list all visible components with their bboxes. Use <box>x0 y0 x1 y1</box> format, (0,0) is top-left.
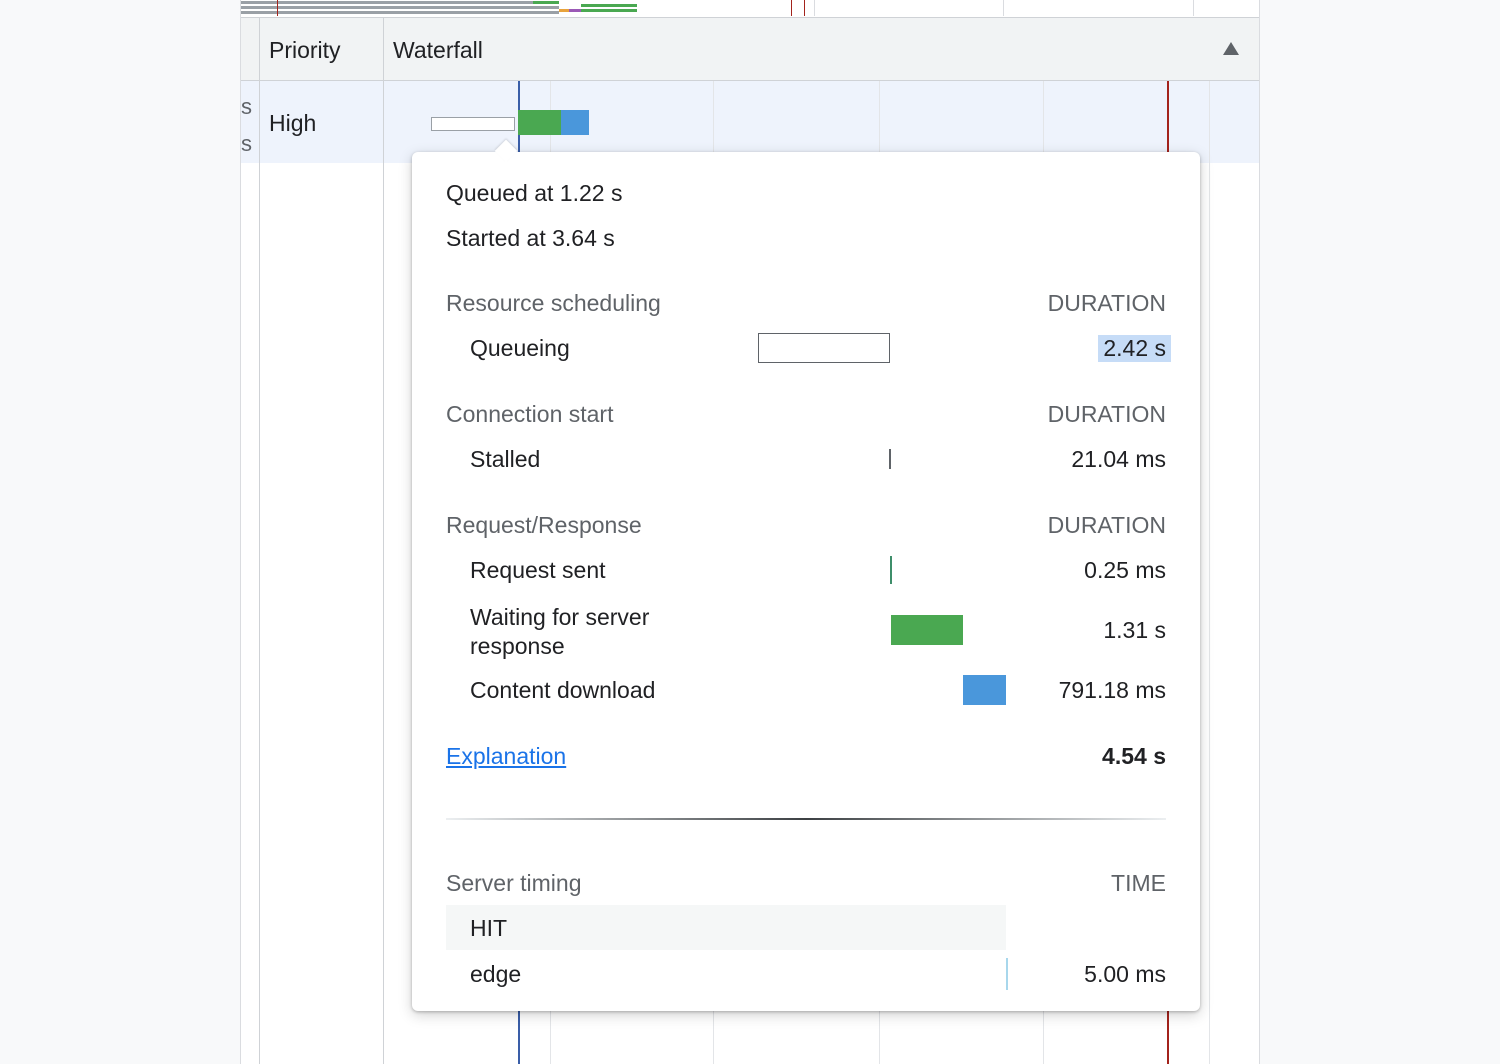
explanation-link[interactable]: Explanation <box>446 743 566 770</box>
overview-marker <box>277 0 278 16</box>
section-divider <box>446 818 1166 820</box>
timing-popover: Queued at 1.22 s Started at 3.64 s Resou… <box>412 139 1200 1011</box>
column-header-waterfall[interactable]: Waterfall <box>393 37 483 64</box>
overview-bar <box>241 1 559 4</box>
queueing-bar <box>758 333 890 363</box>
column-header-priority[interactable]: Priority <box>269 37 341 64</box>
section-title: Connection start <box>446 401 614 427</box>
waterfall-download-bar[interactable] <box>561 110 589 135</box>
server-timing-row <box>446 905 1006 950</box>
column-divider <box>383 18 384 80</box>
queueing-label: Queueing <box>470 335 570 361</box>
truncated-cell-text: s <box>241 94 252 119</box>
overview-gridline <box>814 0 815 16</box>
duration-header: DURATION <box>1047 512 1166 538</box>
stalled-bar <box>889 449 891 469</box>
priority-cell: High <box>269 110 317 136</box>
request-sent-value: 0.25 ms <box>1084 557 1166 583</box>
waiting-bar <box>891 615 963 645</box>
content-download-bar <box>963 675 1006 705</box>
table-header: Priority Waterfall <box>241 18 1259 81</box>
waterfall-gridline <box>1209 81 1210 1064</box>
server-timing-bar <box>1006 958 1008 990</box>
section-title: Resource scheduling <box>446 290 661 316</box>
overview-marker <box>791 0 792 16</box>
truncated-cell-text: s <box>241 131 252 156</box>
overview-marker <box>804 0 805 16</box>
started-at-text: Started at 3.64 s <box>446 225 615 251</box>
section-title: Server timing <box>446 870 582 896</box>
total-duration: 4.54 s <box>1102 743 1166 769</box>
queued-at-text: Queued at 1.22 s <box>446 180 623 206</box>
server-timing-label: edge <box>470 961 522 987</box>
overview-gridline <box>1193 0 1194 16</box>
waiting-label: Waiting for server response <box>470 604 650 659</box>
waterfall-waiting-bar[interactable] <box>518 110 561 135</box>
overview-bar <box>559 9 569 12</box>
overview-bar <box>533 1 559 4</box>
overview-bar <box>241 11 559 14</box>
duration-header: DURATION <box>1047 290 1166 316</box>
section-title: Request/Response <box>446 512 642 538</box>
overview-gridline <box>1003 0 1004 16</box>
stalled-label: Stalled <box>470 446 541 472</box>
network-overview <box>241 0 1259 18</box>
table-row[interactable] <box>241 81 1259 163</box>
time-header: TIME <box>1111 870 1166 896</box>
content-download-value: 791.18 ms <box>1058 677 1166 703</box>
column-divider <box>383 81 384 1064</box>
waiting-value: 1.31 s <box>1103 617 1166 643</box>
request-sent-bar <box>890 556 892 584</box>
overview-bar <box>241 6 559 9</box>
overview-bar <box>569 9 581 12</box>
queueing-value: 2.42 s <box>1098 335 1171 362</box>
column-divider <box>259 18 260 80</box>
overview-bar <box>581 9 637 12</box>
content-download-label: Content download <box>470 677 656 703</box>
request-sent-label: Request sent <box>470 557 606 583</box>
sort-ascending-icon[interactable] <box>1223 42 1239 55</box>
stalled-value: 21.04 ms <box>1071 446 1166 472</box>
overview-bar <box>581 4 637 7</box>
waterfall-queueing-bar <box>431 117 515 131</box>
server-timing-label: HIT <box>470 915 508 941</box>
server-timing-value: 5.00 ms <box>1084 961 1166 987</box>
duration-header: DURATION <box>1047 401 1166 427</box>
column-divider <box>259 81 260 1064</box>
